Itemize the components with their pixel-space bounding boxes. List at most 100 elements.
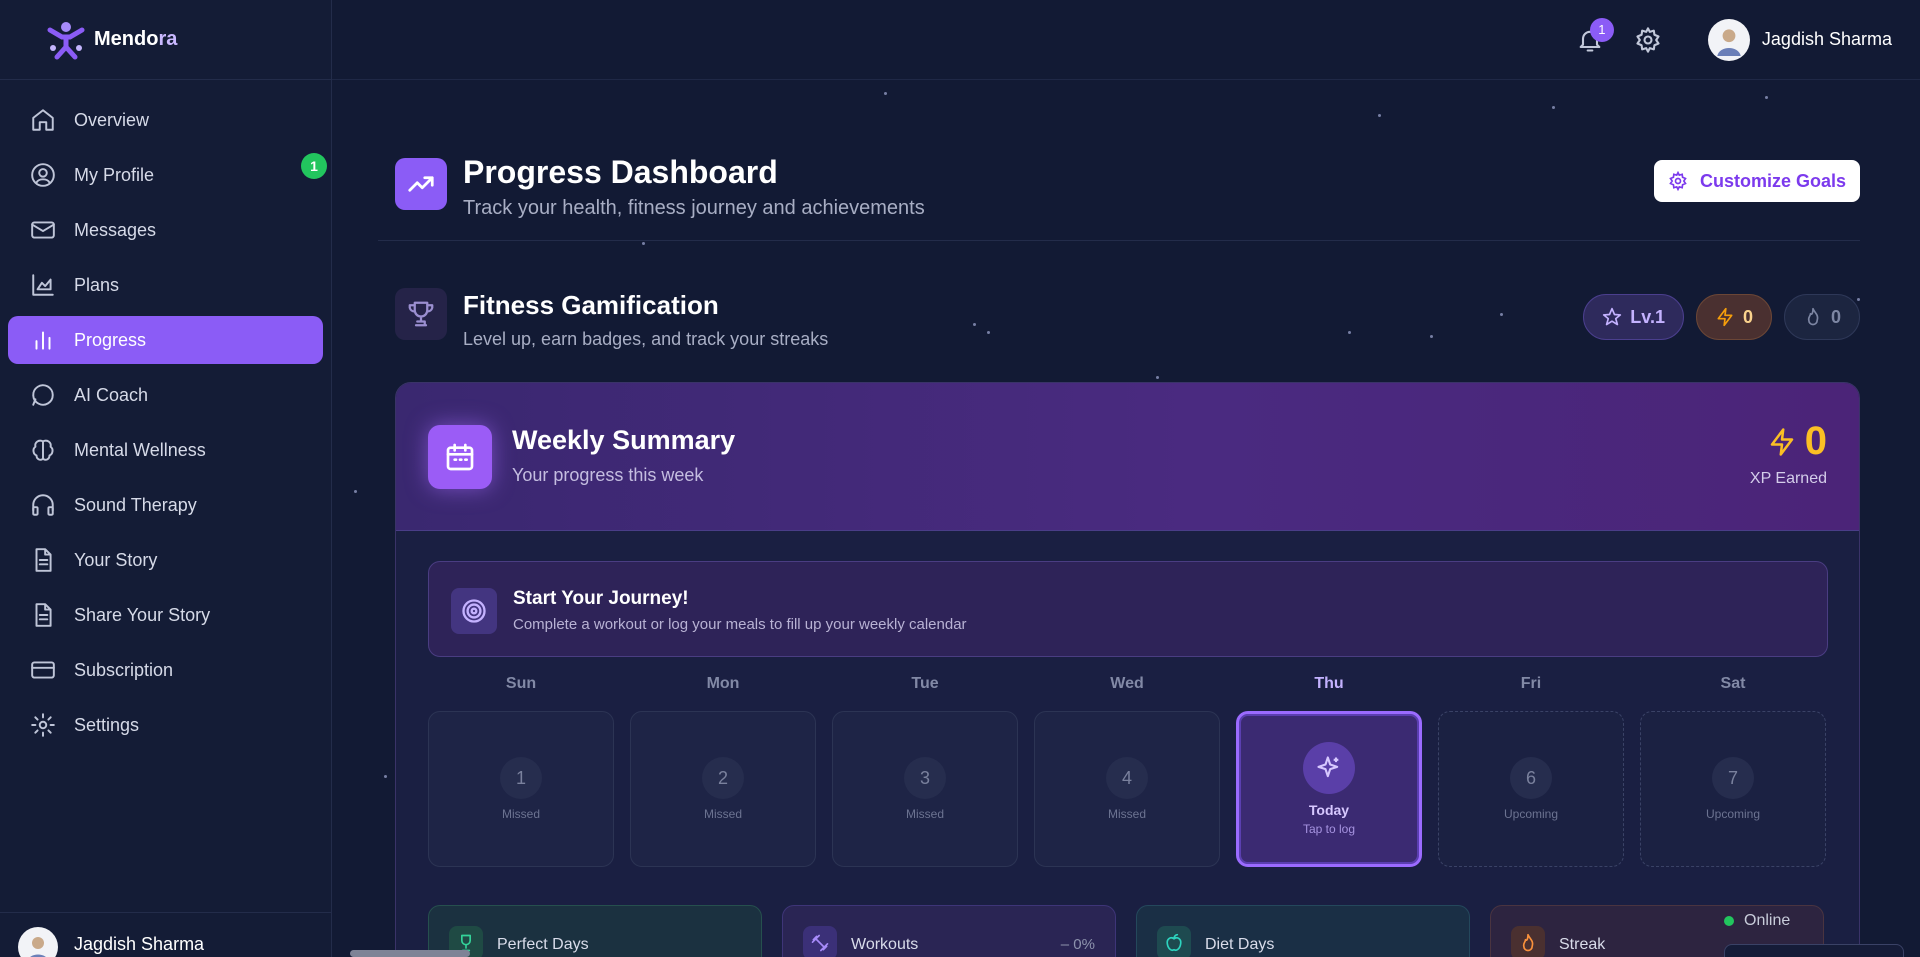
sidebar-item-label: Share Your Story [74, 604, 211, 625]
streak-badge[interactable]: 0 [1783, 294, 1860, 340]
today-label: Today [1308, 802, 1350, 818]
xp-value: 0 [1742, 306, 1753, 327]
day-status: Missed [501, 807, 540, 821]
top-bar: 1 Jagdish Sharma [332, 0, 1920, 80]
document-icon [35, 548, 52, 572]
day-cell[interactable]: 4 Missed [1034, 711, 1220, 867]
flame-icon [1511, 926, 1545, 957]
gamification-stats: Lv.1 0 0 [1583, 294, 1860, 340]
streak-value: 0 [1830, 306, 1841, 327]
lightning-icon [1717, 307, 1733, 327]
gear-icon [1669, 171, 1687, 191]
day-status: Missed [1107, 807, 1146, 821]
mail-icon [31, 221, 55, 239]
user-circle-icon [31, 163, 55, 187]
bar-chart-icon [35, 331, 51, 350]
day-number: 3 [904, 757, 946, 799]
sidebar-user-name: Jagdish Sharma [74, 933, 205, 954]
day-name: Mon [706, 675, 740, 692]
apple-icon [1157, 926, 1191, 957]
sidebar-item-messages[interactable]: Messages [8, 206, 323, 254]
xp-earned: 0 XP Earned [1750, 419, 1827, 488]
sidebar-item-label: Your Story [74, 549, 158, 570]
day-number: 7 [1712, 757, 1754, 799]
sidebar-item-ai-coach[interactable]: AI Coach [8, 371, 323, 419]
user-avatar-icon [30, 937, 46, 957]
xp-badge[interactable]: 0 [1695, 294, 1772, 340]
customize-goals-button[interactable]: Customize Goals [1653, 160, 1860, 202]
target-icon [451, 588, 497, 634]
stat-perfect-days[interactable]: Perfect Days [428, 905, 762, 957]
day-number: 1 [500, 757, 542, 799]
day-status: Missed [703, 807, 742, 821]
lightning-icon [1770, 427, 1793, 456]
day-cell[interactable]: 6 Upcoming [1438, 711, 1624, 867]
weekly-stats: Perfect Days Workouts – 0% Diet Days Str… [428, 905, 1828, 957]
today-cell[interactable]: Today Tap to log [1236, 711, 1422, 867]
day-cell[interactable]: 7 Upcoming [1640, 711, 1826, 867]
sidebar-item-your-story[interactable]: Your Story [8, 536, 323, 584]
sidebar-item-label: Messages [74, 219, 157, 240]
gamification-subtitle: Level up, earn badges, and track your st… [463, 329, 829, 349]
sidebar-item-label: Mental Wellness [74, 439, 206, 460]
day-cell[interactable]: 3 Missed [832, 711, 1018, 867]
document-icon [35, 603, 52, 627]
flame-icon [1807, 307, 1819, 326]
notification-count: 1 [1589, 17, 1614, 42]
sidebar: Mendora Overview My Profile 1 Messages P… [0, 0, 332, 957]
sidebar-item-overview[interactable]: Overview [8, 96, 323, 144]
avatar [18, 927, 58, 957]
trophy-icon [395, 288, 447, 340]
brand-name: Mendora [94, 28, 178, 50]
stat-diet-days[interactable]: Diet Days [1136, 905, 1470, 957]
brand-logo[interactable]: Mendora [0, 0, 331, 80]
day-cell[interactable]: 2 Missed [630, 711, 816, 867]
stat-label: Streak [1559, 936, 1606, 953]
sidebar-item-mental-wellness[interactable]: Mental Wellness [8, 426, 323, 474]
horizontal-scrollbar[interactable] [350, 950, 470, 957]
stat-label: Workouts [851, 936, 919, 953]
sidebar-item-progress[interactable]: Progress [8, 316, 323, 364]
day-cell[interactable]: 1 Missed [428, 711, 614, 867]
sidebar-item-label: Subscription [74, 659, 174, 680]
day-mon: Mon 2 Missed [630, 675, 816, 867]
day-status: Missed [905, 807, 944, 821]
page-header: Progress Dashboard Track your health, fi… [395, 154, 925, 220]
day-number: 4 [1106, 757, 1148, 799]
today-sub: Tap to log [1302, 822, 1356, 836]
sidebar-item-subscription[interactable]: Subscription [8, 646, 323, 694]
weekly-summary-card: Weekly Summary Your progress this week 0… [395, 382, 1860, 957]
level-badge[interactable]: Lv.1 [1583, 294, 1684, 340]
sidebar-item-label: Sound Therapy [74, 494, 197, 515]
notifications-button[interactable]: 1 [1572, 17, 1614, 58]
user-name: Jagdish Sharma [1761, 29, 1892, 49]
user-avatar-icon [1717, 28, 1741, 56]
stat-workouts[interactable]: Workouts – 0% [782, 905, 1116, 957]
chat-widget[interactable] [1724, 944, 1904, 957]
chat-bubble-icon [32, 384, 54, 406]
user-menu[interactable]: Jagdish Sharma [1707, 18, 1892, 61]
weekly-summary-header: Weekly Summary Your progress this week 0… [396, 383, 1859, 531]
sidebar-item-settings[interactable]: Settings [8, 701, 323, 749]
stat-value: – 0% [1060, 936, 1095, 953]
day-name: Thu [1314, 675, 1344, 692]
dumbbell-icon [803, 926, 837, 957]
sidebar-item-share-your-story[interactable]: Share Your Story [8, 591, 323, 639]
day-number: 6 [1510, 757, 1552, 799]
stat-label: Diet Days [1205, 936, 1275, 953]
sidebar-item-plans[interactable]: Plans [8, 261, 323, 309]
day-wed: Wed 4 Missed [1034, 675, 1220, 867]
gamification-title: Fitness Gamification [463, 290, 719, 320]
day-name: Wed [1110, 675, 1144, 692]
day-sat: Sat 7 Upcoming [1640, 675, 1826, 867]
sidebar-item-label: AI Coach [74, 384, 149, 405]
sidebar-item-my-profile[interactable]: My Profile 1 [8, 151, 327, 199]
day-tue: Tue 3 Missed [832, 675, 1018, 867]
star-icon [1603, 307, 1622, 326]
stat-label: Perfect Days [497, 936, 589, 953]
weekly-calendar: Sun 1 Missed Mon 2 Missed Tue 3 Missed W… [428, 675, 1828, 867]
sidebar-item-sound-therapy[interactable]: Sound Therapy [8, 481, 323, 529]
settings-button[interactable] [1630, 22, 1666, 58]
sidebar-user[interactable]: Jagdish Sharma [0, 912, 332, 957]
page-title: Progress Dashboard [463, 154, 778, 190]
